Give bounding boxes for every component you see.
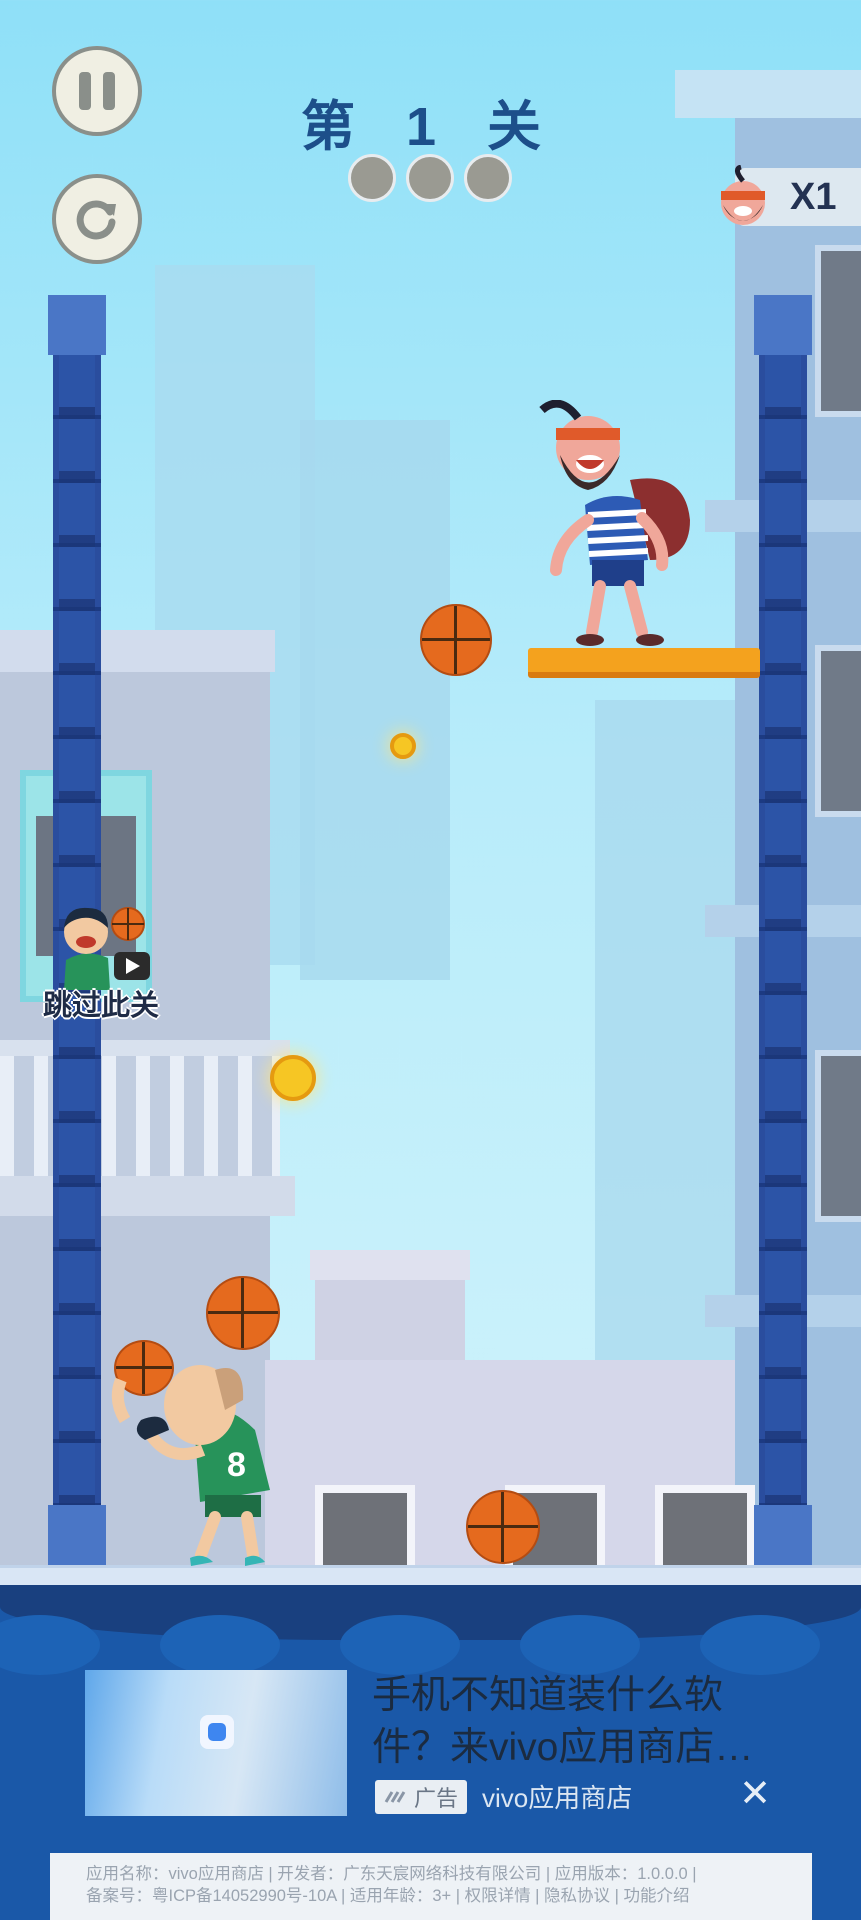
thief-character: [539, 400, 690, 646]
star-slot-2: [406, 154, 454, 202]
ad-logo-icon: [384, 1791, 406, 1803]
lives-count: X1: [790, 176, 837, 218]
level-title: 第 1 关: [300, 97, 560, 157]
ad-image[interactable]: [85, 1670, 347, 1816]
restart-button[interactable]: [52, 174, 142, 264]
jersey-number: 8: [227, 1446, 246, 1484]
right-post: [754, 295, 812, 1565]
pause-button[interactable]: [52, 46, 142, 136]
close-icon: ✕: [739, 1773, 771, 1815]
ad-tag-label: 广告: [413, 1786, 458, 1811]
coin: [270, 1055, 316, 1101]
balcony: [0, 1040, 295, 1225]
ad-banner[interactable]: 手机不知道装什么软件？来vivo应用商店… 广告 vivo应用商店 ✕ 应用名称…: [0, 1640, 861, 1920]
basketball: [420, 604, 492, 676]
star-slot-1: [348, 154, 396, 202]
background-building: [300, 420, 450, 980]
restart-icon: [76, 200, 116, 240]
pause-icon: [79, 72, 91, 110]
ad-tag: 广告: [375, 1780, 467, 1814]
building-window: [815, 645, 861, 817]
skip-level-button[interactable]: 跳过此关: [36, 900, 166, 1022]
ad-info-line-2: 备案号：粤ICP备14052990号-10A | 适用年龄：3+ | 权限详情 …: [86, 1887, 690, 1905]
skip-player-avatar: [64, 907, 150, 990]
coin: [390, 733, 416, 759]
ad-source: vivo应用商店: [482, 1783, 633, 1813]
platform: [528, 648, 760, 678]
thief-lives-icon: [721, 165, 765, 225]
ad-close-button[interactable]: ✕: [735, 1774, 775, 1814]
ad-title[interactable]: 手机不知道装什么软件？来vivo应用商店…: [372, 1670, 772, 1774]
star-slot-3: [464, 154, 512, 202]
building-window: [815, 1050, 861, 1222]
ad-info-line-1: 应用名称：vivo应用商店 | 开发者：广东天宸网络科技有限公司 | 应用版本：…: [86, 1865, 697, 1883]
player-character: 8: [111, 1365, 270, 1566]
basketball: [466, 1490, 540, 1564]
background-building: [595, 700, 755, 1460]
app-store-icon: [200, 1715, 234, 1749]
building-window: [815, 245, 861, 417]
skip-level-label: 跳过此关: [42, 990, 159, 1022]
ad-info-footer: 应用名称：vivo应用商店 | 开发者：广东天宸网络科技有限公司 | 应用版本：…: [50, 1853, 812, 1920]
